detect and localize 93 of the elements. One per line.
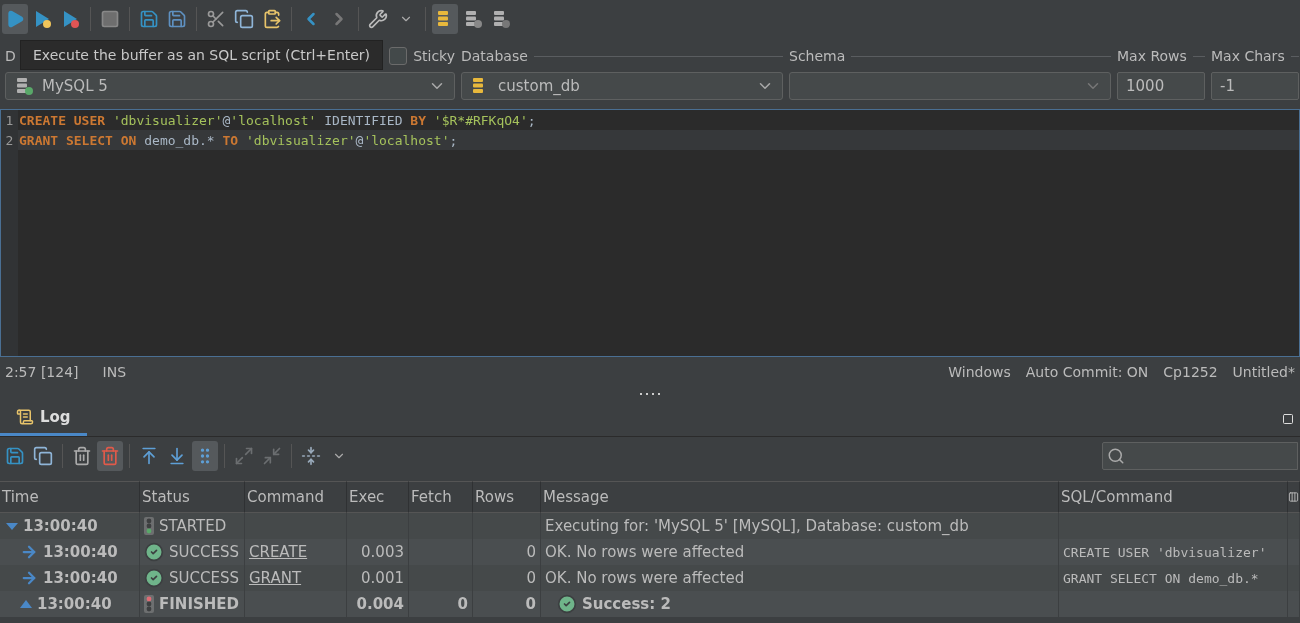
check-icon xyxy=(144,568,164,588)
cursor-position: 2:57 [124] xyxy=(5,364,79,380)
column-header[interactable]: SQL/Command xyxy=(1059,481,1288,513)
column-header[interactable]: Fetch xyxy=(409,481,473,513)
message-text: Success: 2 xyxy=(582,595,671,613)
save-icon xyxy=(5,446,25,466)
message-text: Executing for: 'MySQL 5' [MySQL], Database: custom_db xyxy=(545,517,969,535)
play-icon xyxy=(5,9,25,29)
column-header[interactable]: Exec xyxy=(347,481,409,513)
database-select[interactable]: custom_db xyxy=(461,72,783,100)
table-cell xyxy=(409,513,473,539)
play-icon xyxy=(61,9,81,29)
status-item: Cp1252 xyxy=(1163,364,1218,380)
column-header[interactable]: Message xyxy=(541,481,1059,513)
wrench-icon xyxy=(368,9,388,29)
status-item: Untitled* xyxy=(1232,364,1295,380)
buffer-run-button[interactable] xyxy=(432,4,458,34)
database-label: Database xyxy=(461,48,528,64)
collapse-icon xyxy=(262,446,282,466)
status-text: STARTED xyxy=(159,517,227,535)
maximize-icon xyxy=(1282,412,1294,425)
database-icon xyxy=(463,9,483,29)
copy-icon xyxy=(234,9,254,29)
row-count: 0 xyxy=(526,543,536,561)
status-text: SUCCESS xyxy=(169,569,239,587)
tooltip: Execute the buffer as an SQL script (Ctrl+Enter) xyxy=(20,40,384,70)
exec-time: 0.004 xyxy=(356,595,404,613)
expand-icon xyxy=(234,446,254,466)
command-link[interactable]: GRANT xyxy=(249,569,302,587)
status-text: SUCCESS xyxy=(169,543,239,561)
splitter-grip-icon[interactable] xyxy=(640,392,660,396)
play-icon xyxy=(33,9,53,29)
max-chars-label: Max Chars xyxy=(1211,48,1285,64)
sticky-checkbox[interactable] xyxy=(389,47,408,65)
search-icon xyxy=(1107,447,1125,465)
connection-label: D xyxy=(5,48,16,64)
column-header[interactable]: Command xyxy=(245,481,347,513)
log-tab[interactable]: Log xyxy=(0,401,87,436)
status-item: Windows xyxy=(948,364,1011,380)
max-rows-field[interactable]: 1000 xyxy=(1117,72,1205,100)
max-chars-field[interactable]: -1 xyxy=(1211,72,1299,100)
trash-icon xyxy=(100,446,120,466)
trash-icon xyxy=(72,446,92,466)
scissors-icon xyxy=(206,9,226,29)
exec-time: 0.001 xyxy=(361,569,404,587)
status-text: FINISHED xyxy=(159,595,240,613)
arrow-right-icon xyxy=(20,569,38,587)
row-count: 0 xyxy=(526,569,536,587)
column-header[interactable]: Rows xyxy=(473,481,541,513)
check-icon xyxy=(144,542,164,562)
time-text: 13:00:40 xyxy=(23,517,98,535)
search-field[interactable] xyxy=(1102,442,1298,470)
arrow-up-icon xyxy=(139,446,159,466)
traffic-light-icon xyxy=(144,517,154,535)
connection-select[interactable]: MySQL 5 xyxy=(5,72,455,100)
database-icon xyxy=(14,76,34,96)
row-count: 0 xyxy=(525,595,536,613)
save-icon xyxy=(167,9,187,29)
line-number: 2 xyxy=(5,132,14,148)
max-rows-label: Max Rows xyxy=(1117,48,1187,64)
insert-mode: INS xyxy=(102,364,127,380)
line-number: 1 xyxy=(5,112,14,128)
save-icon xyxy=(139,9,159,29)
fold-icon xyxy=(301,446,321,466)
database-icon xyxy=(491,9,511,29)
triangle-up-icon xyxy=(20,600,32,608)
copy-icon xyxy=(33,446,53,466)
follow-button[interactable] xyxy=(192,441,218,471)
fetch-time: 0 xyxy=(457,595,468,613)
columns-icon xyxy=(1288,491,1299,503)
delete-marked-button[interactable] xyxy=(97,441,123,471)
clipboard-icon xyxy=(262,9,282,29)
check-icon xyxy=(557,594,577,614)
sql-text: GRANT SELECT ON demo_db.* xyxy=(1063,570,1259,586)
command-link[interactable]: CREATE xyxy=(249,543,308,561)
schema-label: Schema xyxy=(789,48,846,64)
arrow-down-icon xyxy=(167,446,187,466)
column-header[interactable]: Time xyxy=(0,481,140,513)
status-item: Auto Commit: ON xyxy=(1025,364,1149,380)
sql-editor[interactable]: 1 CREATE USER 'dbvisualizer'@'localhost' IDENTIFIED BY '$R*#RFKqO4'; 2 GRANT SELECT ON demo_db.* TO 'dbvisualizer'@'localhost'; xyxy=(0,109,1300,357)
collapse-arrow-icon[interactable] xyxy=(6,520,18,532)
message-text: OK. No rows were affected xyxy=(545,569,745,587)
exec-time: 0.003 xyxy=(361,543,404,561)
message-text: OK. No rows were affected xyxy=(545,543,745,561)
traffic-light-icon xyxy=(144,595,154,613)
sql-text: CREATE USER 'dbvisualizer' xyxy=(1063,544,1267,560)
column-header[interactable]: Status xyxy=(140,481,245,513)
time-text: 13:00:40 xyxy=(43,569,118,587)
stop-icon xyxy=(100,9,120,29)
time-text: 13:00:40 xyxy=(37,595,112,613)
sticky-label: Sticky xyxy=(413,48,455,64)
time-text: 13:00:40 xyxy=(43,543,118,561)
arrow-right-icon xyxy=(20,543,38,561)
